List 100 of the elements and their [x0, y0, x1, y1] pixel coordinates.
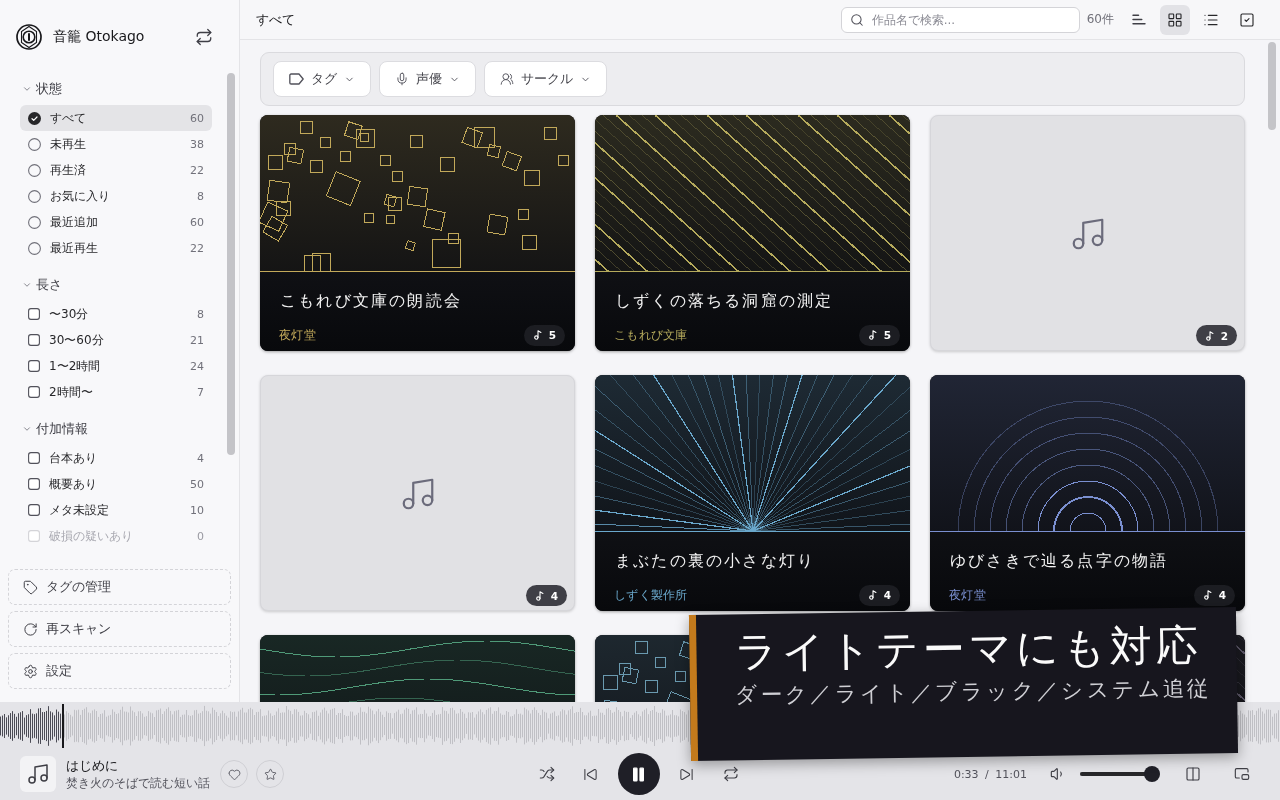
- next-icon[interactable]: [679, 766, 694, 782]
- filter-item[interactable]: 概要あり 50: [20, 471, 212, 497]
- track-title: はじめに: [66, 757, 119, 775]
- shuffle-icon[interactable]: [538, 766, 555, 782]
- filter-item[interactable]: 最近再生 22: [20, 235, 212, 261]
- filter-item[interactable]: メタ未設定 10: [20, 497, 212, 523]
- track-count: 5: [883, 329, 891, 341]
- circle-name: しずく製作所: [614, 586, 688, 604]
- music-note-icon: [532, 330, 543, 340]
- item-count: 60: [190, 111, 204, 125]
- checkbox-icon: [1239, 11, 1255, 28]
- sidebar-action-button[interactable]: タグの管理: [8, 569, 231, 605]
- radio-icon: [28, 189, 41, 203]
- refresh-icon: [23, 621, 38, 637]
- radio-icon: [28, 111, 41, 125]
- result-count: 60件: [1086, 11, 1114, 28]
- circle-name: 夜灯堂: [949, 586, 986, 604]
- previous-icon[interactable]: [583, 766, 598, 782]
- microphone-icon: [395, 72, 409, 86]
- filter-dropdown[interactable]: タグ: [273, 61, 371, 97]
- settings-icon: [23, 663, 38, 679]
- play-pause-button[interactable]: [617, 753, 660, 795]
- tag-icon: [289, 73, 304, 85]
- work-title: こもれび文庫の朗読会: [280, 290, 463, 312]
- item-count: 0: [197, 529, 204, 543]
- track-count: 4: [883, 589, 891, 601]
- filter-item[interactable]: 2時間〜 7: [20, 379, 212, 405]
- item-count: 50: [190, 477, 204, 491]
- search-field[interactable]: 作品名で検索...: [840, 6, 1080, 33]
- work-name: 焚き火のそばで読む短い話: [66, 775, 210, 791]
- picture-in-picture-icon[interactable]: [1234, 766, 1250, 782]
- item-count: 8: [197, 189, 204, 203]
- scrollbar-thumb[interactable]: [227, 73, 235, 455]
- section-header[interactable]: 付加情報: [20, 417, 212, 441]
- star-icon: [263, 767, 277, 781]
- work-card[interactable]: こもれび文庫の朗読会 夜灯堂 5: [260, 115, 575, 351]
- item-count: 24: [190, 359, 204, 373]
- filter-item[interactable]: お気に入り 8: [20, 183, 212, 209]
- radio-icon: [28, 163, 41, 177]
- music-note-icon: [534, 590, 545, 601]
- music-note-icon: [867, 330, 878, 340]
- track-count: 5: [548, 329, 556, 341]
- filter-item[interactable]: 台本あり 4: [20, 445, 212, 471]
- music-note-icon: [1202, 590, 1213, 600]
- grid-icon: [1167, 11, 1183, 28]
- filter-item[interactable]: 30〜60分 21: [20, 327, 212, 353]
- people-icon: [500, 72, 514, 86]
- sort-icon: [1132, 14, 1146, 25]
- work-title: しずくの落ちる洞窟の測定: [615, 290, 835, 312]
- repeat-icon[interactable]: [195, 27, 213, 46]
- item-count: 4: [197, 451, 204, 465]
- chevron-down-icon: [22, 280, 32, 290]
- filter-item[interactable]: すべて 60: [20, 105, 212, 131]
- app-name: 音籠 Otokago: [53, 27, 146, 46]
- item-count: 7: [197, 385, 204, 399]
- filter-item[interactable]: 未再生 38: [20, 131, 212, 157]
- track-count: 2: [1220, 329, 1228, 342]
- section-header[interactable]: 状態: [20, 77, 212, 101]
- filter-dropdown[interactable]: 声優: [379, 61, 476, 97]
- columns-icon[interactable]: [1185, 766, 1201, 782]
- item-count: 60: [190, 215, 204, 229]
- work-card[interactable]: 4: [260, 375, 575, 611]
- pause-icon: [630, 765, 647, 783]
- heart-icon: [227, 767, 241, 781]
- music-note-icon: [867, 590, 878, 600]
- page-title: すべて: [256, 10, 296, 29]
- track-count: 4: [1218, 589, 1226, 601]
- radio-icon: [28, 241, 41, 255]
- filter-item[interactable]: 1〜2時間 24: [20, 353, 212, 379]
- filter-item[interactable]: 最近追加 60: [20, 209, 212, 235]
- radio-icon: [28, 137, 41, 151]
- work-title: まぶたの裏の小さな灯り: [615, 550, 817, 572]
- circle-name: こもれび文庫: [614, 326, 688, 344]
- work-card[interactable]: ゆびさきで辿る点字の物語 夜灯堂 4: [930, 375, 1245, 611]
- chevron-down-icon: [22, 424, 32, 434]
- grid-view-button[interactable]: [1160, 4, 1190, 35]
- item-count: 22: [190, 241, 204, 255]
- music-notes-icon: [26, 762, 50, 786]
- logo-icon: [16, 23, 42, 50]
- item-count: 21: [190, 333, 204, 347]
- search-icon: [849, 12, 864, 27]
- track-count: 4: [550, 589, 558, 602]
- section-header[interactable]: 長さ: [20, 273, 212, 297]
- repeat-icon[interactable]: [722, 766, 739, 782]
- filter-item[interactable]: 〜30分 8: [20, 301, 212, 327]
- music-note-icon: [1204, 330, 1215, 341]
- work-title: ゆびさきで辿る点字の物語: [950, 550, 1170, 572]
- filter-item[interactable]: 再生済 22: [20, 157, 212, 183]
- sidebar-action-button[interactable]: 再スキャン: [8, 611, 231, 647]
- work-card[interactable]: 2: [930, 115, 1245, 351]
- item-count: 8: [197, 307, 204, 321]
- work-card[interactable]: しずくの落ちる洞窟の測定 こもれび文庫 5: [595, 115, 910, 351]
- circle-name: 夜灯堂: [279, 326, 316, 344]
- work-card[interactable]: まぶたの裏の小さな灯り しずく製作所 4: [595, 375, 910, 611]
- item-count: 22: [190, 163, 204, 177]
- volume-thumb[interactable]: [1144, 766, 1160, 782]
- item-count: 10: [190, 503, 204, 517]
- filter-dropdown[interactable]: サークル: [484, 61, 607, 97]
- scrollbar-thumb[interactable]: [1268, 42, 1276, 130]
- sidebar-action-button[interactable]: 設定: [8, 653, 231, 689]
